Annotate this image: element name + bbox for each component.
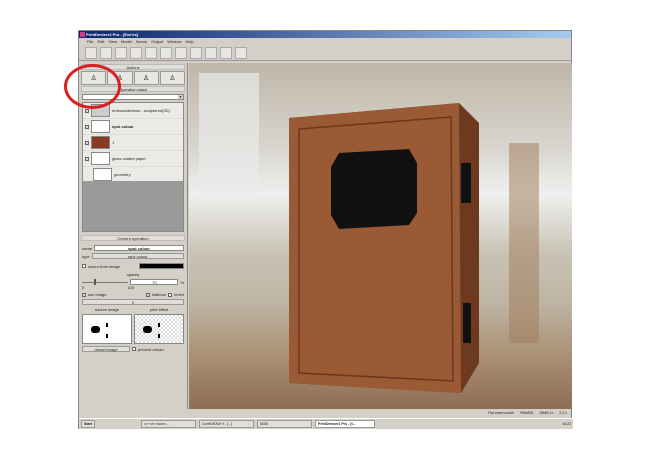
thumbnail xyxy=(93,168,112,181)
taskbar: Start תמונות לכריכה... CorelDRAW 9 - [..… xyxy=(79,418,573,429)
app-icon xyxy=(80,32,85,37)
source-image-label: source image xyxy=(94,307,119,312)
check-icon[interactable] xyxy=(205,47,217,59)
layer-label: 1 xyxy=(112,140,115,145)
list-item[interactable]: ✓ spot colour xyxy=(83,119,183,135)
checkbox[interactable]: ✓ xyxy=(85,124,89,129)
menu-output[interactable]: Output xyxy=(151,38,163,45)
menu-help[interactable]: Help xyxy=(185,38,193,45)
halftone-label: halftone xyxy=(151,292,167,297)
scene-icon[interactable] xyxy=(175,47,187,59)
highlight-circle xyxy=(64,64,121,109)
taskbar-item-active[interactable]: PrintDevizer2 Pro - [t... xyxy=(314,420,375,428)
layer-label: emboss/deboss - sculptured(3D) xyxy=(112,108,170,113)
type-button[interactable]: spot colour xyxy=(91,253,184,259)
invert-label: invert xyxy=(174,292,184,297)
colour-swatch[interactable] xyxy=(139,263,184,269)
menu-window[interactable]: Window xyxy=(167,38,181,45)
move-up-button[interactable]: ♙ xyxy=(133,71,159,85)
redo-icon[interactable] xyxy=(160,47,172,59)
stack-empty-area xyxy=(83,181,183,231)
pages-icon[interactable] xyxy=(190,47,202,59)
name-label: name xyxy=(82,245,93,251)
layer-label: geometry xyxy=(114,172,131,177)
menu-model[interactable]: Model xyxy=(121,38,132,45)
colour-from-image-checkbox[interactable] xyxy=(82,264,86,268)
name-field[interactable]: spot colour xyxy=(94,245,184,251)
print-effect-label: print effect xyxy=(149,307,169,312)
taskbar-item[interactable]: 5555 xyxy=(256,420,312,428)
status-memory: 26MB 1x xyxy=(539,411,554,415)
status-size: 996x893 xyxy=(519,411,534,415)
status-bar: Flat sheet model 996x893 26MB 1x 2.2.1 xyxy=(79,410,573,417)
invert-checkbox[interactable] xyxy=(168,292,173,297)
use-image-label: use image xyxy=(88,292,107,297)
list-item[interactable]: ✓ 1 xyxy=(83,135,183,151)
thumbnail xyxy=(91,120,110,133)
reload-image-button[interactable]: reload image xyxy=(82,346,130,352)
new-icon[interactable] xyxy=(85,47,97,59)
taskbar-item[interactable]: תמונות לכריכה... xyxy=(140,420,196,428)
prevent-reload-label: prevent reload xyxy=(138,346,164,352)
undo-icon[interactable] xyxy=(145,47,157,59)
open-icon[interactable] xyxy=(100,47,112,59)
app-window: PrintDevizer2 Pro - [Eve'es] File Edit V… xyxy=(78,30,573,429)
operation-stack: ✓ emboss/deboss - sculptured(3D) ✓ spot co… xyxy=(82,102,184,232)
page-2-button[interactable]: 2 xyxy=(82,299,184,305)
model-icon[interactable] xyxy=(115,47,127,59)
opacity-label: opacity xyxy=(126,272,140,277)
opacity-field[interactable]: 70 xyxy=(130,279,179,285)
use-image-checkbox[interactable]: ✓ xyxy=(82,292,86,297)
halftone-checkbox[interactable]: ✓ xyxy=(145,292,150,297)
title-bar: PrintDevizer2 Pro - [Eve'es] xyxy=(79,31,571,38)
operations-panel: Actions ♙ ♙ ♙ ♙ Operation stack ▾ ✓ embos… xyxy=(79,63,188,409)
checkbox[interactable]: ✓ xyxy=(85,140,89,145)
move-down-button[interactable]: ♙ xyxy=(159,71,185,85)
book-render xyxy=(199,73,539,393)
slider-min: 0 xyxy=(82,285,85,290)
taskbar-item[interactable]: CorelDRAW 9 - [...] xyxy=(198,420,254,428)
percent-label: % xyxy=(180,279,184,285)
3d-viewport[interactable] xyxy=(189,63,572,409)
colour-from-image-label: colour from image xyxy=(88,263,121,269)
menu-edit[interactable]: Edit xyxy=(97,38,104,45)
menu-view[interactable]: View xyxy=(108,38,117,45)
menu-scene[interactable]: Scene xyxy=(136,38,147,45)
prevent-reload-checkbox[interactable] xyxy=(132,347,136,351)
layer-label: spot colour xyxy=(112,124,134,129)
clock: 16:22 xyxy=(562,422,571,426)
menu-bar: File Edit View Model Scene Output Window… xyxy=(79,38,571,45)
current-operation-header: Current operation xyxy=(81,235,185,241)
menu-file[interactable]: File xyxy=(87,38,93,45)
list-item[interactable]: ✓ gloss coated paper xyxy=(83,151,183,167)
thumbnail xyxy=(91,152,110,165)
status-version: 2.2.1 xyxy=(559,411,567,415)
save-icon[interactable] xyxy=(130,47,142,59)
start-button[interactable]: Start xyxy=(81,420,95,428)
clapper-icon[interactable] xyxy=(235,47,247,59)
type-label: type xyxy=(82,253,90,259)
status-model: Flat sheet model xyxy=(488,411,514,415)
layer-label: gloss coated paper xyxy=(112,156,146,161)
window-title: PrintDevizer2 Pro - [Eve'es] xyxy=(86,32,139,37)
opacity-slider[interactable] xyxy=(82,279,129,285)
thumbnail xyxy=(91,136,110,149)
toolbar xyxy=(79,45,571,61)
checkbox[interactable]: ✓ xyxy=(85,156,89,161)
source-image-preview[interactable] xyxy=(82,314,132,344)
chevron-down-icon: ▾ xyxy=(178,94,183,99)
camera-icon[interactable] xyxy=(220,47,232,59)
slider-max: 100 xyxy=(127,285,134,290)
print-effect-preview[interactable] xyxy=(134,314,184,344)
checkbox[interactable]: ✓ xyxy=(85,108,89,113)
